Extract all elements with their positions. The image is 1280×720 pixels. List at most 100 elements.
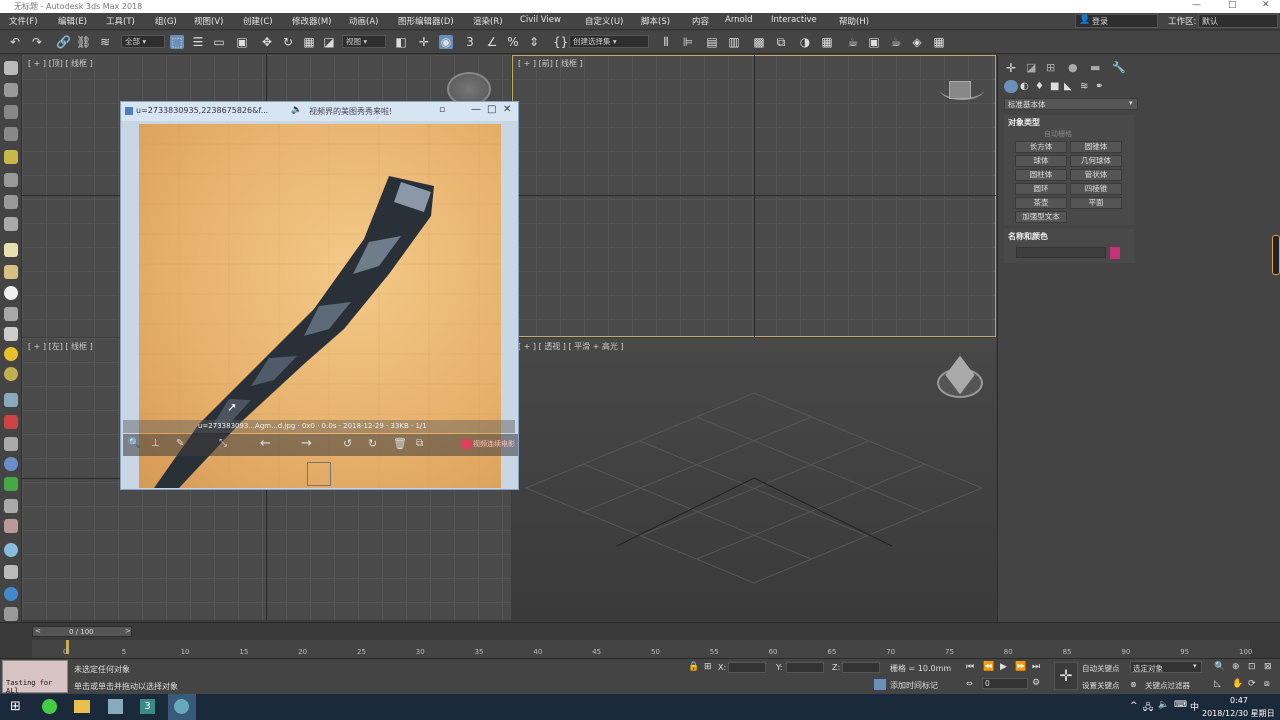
render-production-icon[interactable]: ▣	[867, 35, 881, 49]
play-icon[interactable]: ▶	[1000, 662, 1007, 672]
current-frame-input[interactable]: 0	[982, 678, 1028, 689]
window-crossing-icon[interactable]: ▣	[235, 35, 249, 49]
object-color-swatch[interactable]	[1110, 247, 1120, 259]
image-viewer-window[interactable]: u=2733830935,2238675826&f... 🔈 视频界的美图秀秀来…	[120, 101, 519, 490]
box-object-icon[interactable]	[4, 243, 18, 257]
plant-icon[interactable]	[4, 477, 18, 491]
notes-app-icon[interactable]	[108, 699, 123, 714]
clock-date[interactable]: 2018/12/30 星期日	[1202, 708, 1275, 719]
align-icon[interactable]: ⊫	[681, 35, 695, 49]
named-selection-dropdown[interactable]: 创建选择集 ▾	[569, 35, 649, 48]
scale-icon[interactable]: ▦	[302, 35, 316, 49]
minimize-button[interactable]: —	[1192, 0, 1201, 10]
bone-icon[interactable]	[4, 367, 18, 381]
camera-icon[interactable]	[4, 307, 18, 321]
curve-editor-icon[interactable]: ▩	[752, 35, 766, 49]
menu-edit[interactable]: 编辑(E)	[58, 15, 87, 27]
zoom-extents-icon[interactable]: ⊡	[1248, 662, 1256, 672]
mirror-icon[interactable]: ⫴	[659, 35, 673, 49]
render-a360-icon[interactable]: ▦	[932, 35, 946, 49]
crop-icon[interactable]: ⤡	[219, 438, 227, 449]
tray-up-icon[interactable]: ^	[1130, 701, 1138, 711]
lights-cat-icon[interactable]: ♦	[1035, 81, 1044, 92]
globe-icon[interactable]	[4, 457, 18, 471]
tape-icon[interactable]	[4, 499, 18, 513]
bind-spacewarp-icon[interactable]: ≋	[98, 35, 112, 49]
point-icon[interactable]	[4, 543, 18, 557]
select-by-name-icon[interactable]: ☰	[191, 35, 205, 49]
category-dropdown[interactable]: 标准基本体 ▾	[1004, 98, 1138, 110]
filter-list-icon[interactable]	[4, 105, 18, 119]
gear-icon[interactable]	[4, 607, 18, 621]
hierarchy-list-icon[interactable]	[4, 127, 18, 141]
cameras-cat-icon[interactable]: ■	[1050, 81, 1059, 92]
lock-selection-icon[interactable]: 🔒	[688, 662, 699, 672]
sphere-button[interactable]: 球体	[1015, 155, 1067, 167]
image-viewer-app-icon[interactable]	[174, 699, 189, 714]
cylinder-button[interactable]: 圆柱体	[1015, 169, 1067, 181]
volume-icon[interactable]: 🔈	[1158, 700, 1169, 710]
utilities-tab-icon[interactable]: 🔧	[1112, 61, 1126, 74]
viewport-perspective[interactable]: [ + ] [ 透视 ] [ 平滑 + 高光 ]	[512, 338, 996, 620]
promo-link[interactable]: 视频连续电影	[473, 439, 515, 449]
display-none-icon[interactable]	[4, 173, 18, 187]
pyramid-button[interactable]: 四棱锥	[1070, 183, 1122, 195]
dynamics-icon[interactable]	[4, 415, 18, 429]
scene-explorer-icon[interactable]	[4, 61, 18, 75]
go-to-start-icon[interactable]: ⏮	[966, 662, 974, 672]
menu-modifiers[interactable]: 修改器(M)	[292, 15, 331, 27]
rendered-frame-icon[interactable]: ☕	[846, 35, 860, 49]
spinner-snap-icon[interactable]: ⇕	[527, 35, 541, 49]
toggle-icon[interactable]	[4, 587, 18, 601]
layer-explorer-icon[interactable]: ▤	[705, 35, 719, 49]
rotate-left-icon[interactable]: ↺	[343, 437, 352, 450]
absolute-mode-icon[interactable]: ⊞	[704, 662, 712, 672]
menu-interactive[interactable]: Interactive	[771, 15, 817, 25]
light-icon[interactable]	[4, 150, 18, 164]
pivot-center-icon[interactable]: ◧	[394, 35, 408, 49]
redo-icon[interactable]: ↷	[30, 35, 44, 49]
edit-icon[interactable]: ✎	[176, 438, 184, 449]
menu-content[interactable]: 内容	[692, 15, 709, 27]
textplus-button[interactable]: 加强型文本	[1015, 211, 1067, 223]
viewer-close-button[interactable]: ✕	[503, 104, 511, 115]
windows-start-icon[interactable]: ⊞	[10, 699, 21, 714]
cone-button[interactable]: 圆锥体	[1070, 141, 1122, 153]
x-coord-input[interactable]	[728, 662, 766, 673]
menu-help[interactable]: 帮助(H)	[839, 15, 869, 27]
file-explorer-icon[interactable]	[74, 700, 90, 713]
helpers-cat-icon[interactable]: ◣	[1064, 81, 1072, 92]
zoom-all-icon[interactable]: ⊕	[1232, 662, 1240, 672]
set-key-icon[interactable]: ✛	[1054, 662, 1078, 690]
zoom-extents-all-icon[interactable]: ⊠	[1264, 662, 1272, 672]
toggle-ribbon-icon[interactable]: ▥	[727, 35, 741, 49]
set-key-button[interactable]: 设置关键点	[1082, 680, 1120, 691]
menu-group[interactable]: 组(G)	[155, 15, 177, 27]
menu-customize[interactable]: 自定义(U)	[585, 15, 623, 27]
tube-button[interactable]: 管状体	[1070, 169, 1122, 181]
menu-file[interactable]: 文件(F)	[9, 15, 38, 27]
menu-animation[interactable]: 动画(A)	[349, 15, 378, 27]
placement-icon[interactable]: ◪	[322, 35, 336, 49]
network-icon[interactable]: 🖧	[1143, 700, 1153, 716]
login-dropdown[interactable]: 👤 登录	[1075, 14, 1158, 28]
rotate-icon[interactable]: ↻	[281, 35, 295, 49]
unlink-icon[interactable]: ⛓	[76, 35, 91, 49]
object-name-input[interactable]	[1016, 247, 1106, 258]
field-of-view-icon[interactable]: ◺	[1214, 679, 1221, 689]
keyboard-shortcut-icon[interactable]: ◉	[439, 35, 453, 49]
z-coord-input[interactable]	[842, 662, 880, 673]
menu-create[interactable]: 创建(C)	[243, 15, 273, 27]
walkthrough-icon[interactable]	[4, 519, 18, 533]
name-color-header[interactable]: 名称和颜色	[1008, 231, 1048, 242]
y-coord-input[interactable]	[786, 662, 824, 673]
spacewarps-cat-icon[interactable]: ≋	[1080, 81, 1088, 92]
menu-arnold[interactable]: Arnold	[725, 15, 753, 25]
menu-graph-editors[interactable]: 图形编辑器(D)	[398, 15, 454, 27]
maximize-viewport-icon[interactable]: ⧈	[1264, 679, 1270, 689]
particles-icon[interactable]	[4, 393, 18, 407]
motion-tab-icon[interactable]: ●	[1068, 61, 1078, 74]
viewer-notice[interactable]: 视频界的美图秀秀来啦!	[309, 106, 392, 117]
time-config-icon[interactable]: ⚙	[1032, 678, 1040, 688]
clock-time[interactable]: 0:47	[1230, 696, 1248, 705]
